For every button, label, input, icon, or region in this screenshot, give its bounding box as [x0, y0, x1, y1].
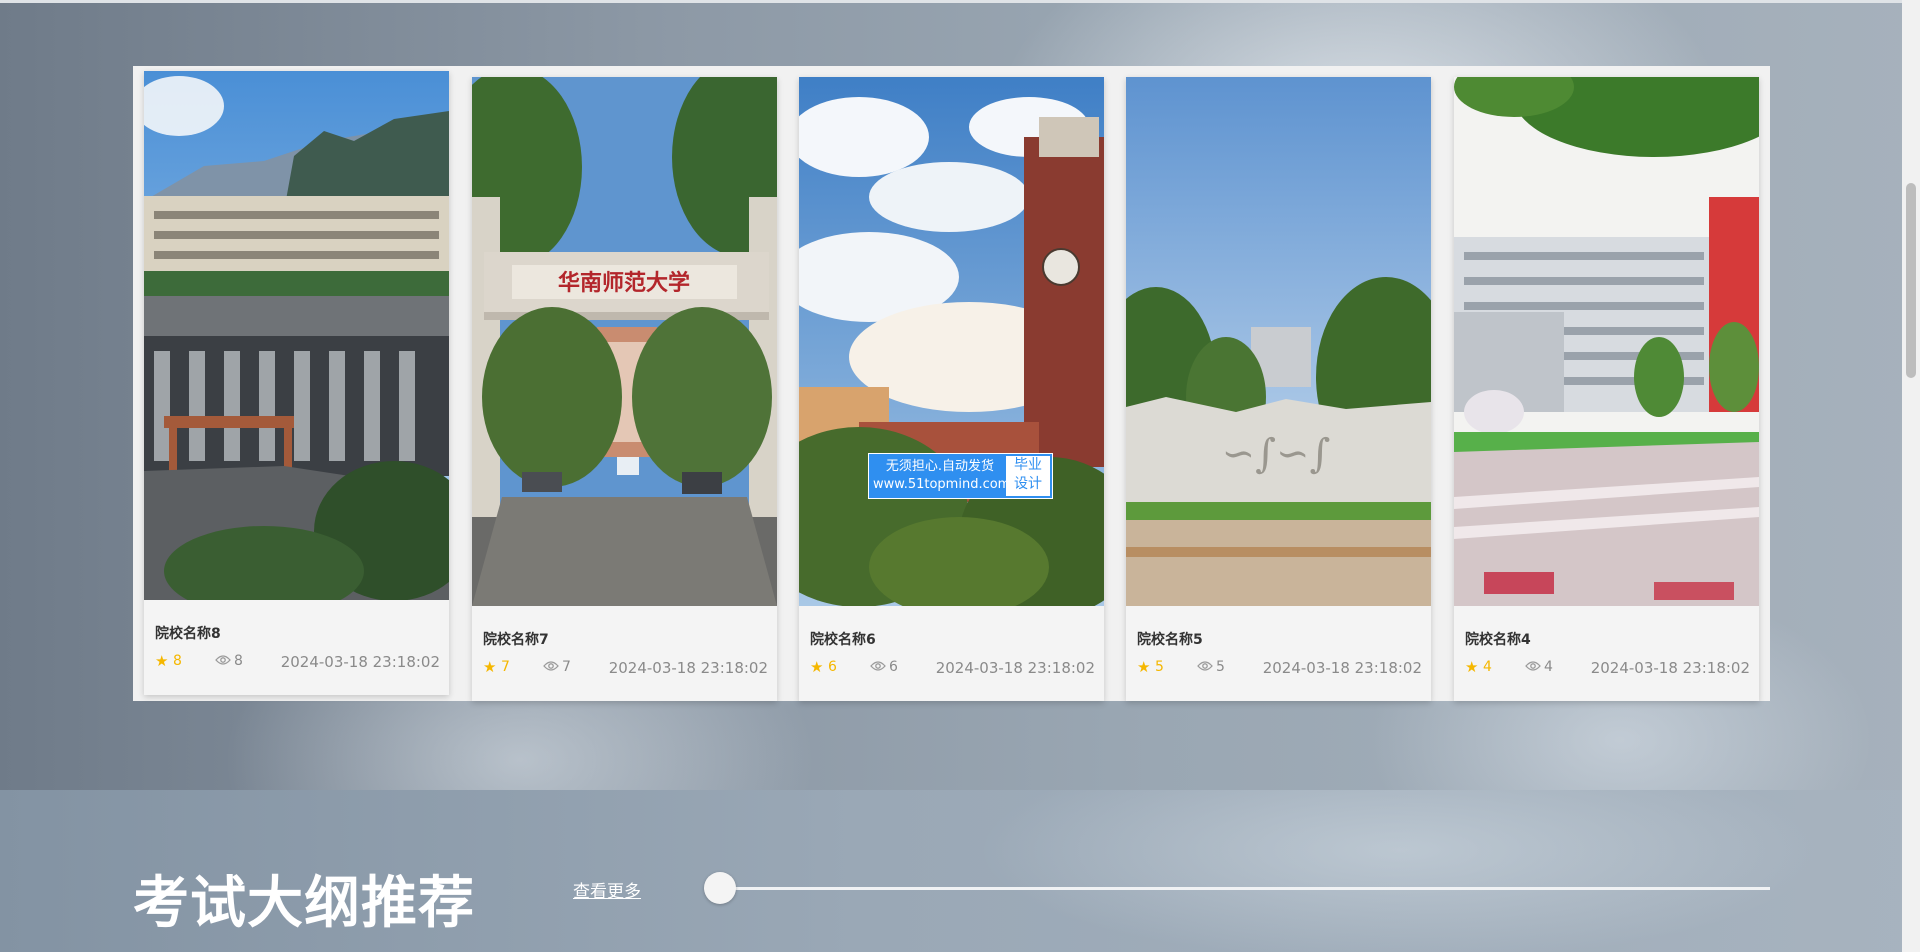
star-icon: ★	[483, 658, 497, 676]
eye-icon	[215, 654, 231, 670]
view-count: 8	[234, 653, 243, 669]
eye-icon	[543, 660, 559, 676]
college-photo[interactable]: 华南师范大学	[472, 77, 777, 606]
star-count: 7	[501, 659, 510, 675]
scrollbar[interactable]	[1902, 0, 1920, 952]
photo-sign-text: 华南师范大学	[558, 270, 690, 296]
college-meta: ★ 6 6 2024-03-18 23:18:02	[810, 658, 1095, 678]
watermark-tag: 毕业 设计	[1006, 456, 1050, 496]
top-border	[0, 0, 1920, 3]
slider-handle[interactable]	[704, 872, 736, 904]
college-name[interactable]: 院校名称5	[1137, 629, 1203, 649]
college-name[interactable]: 院校名称6	[810, 629, 876, 649]
college-name[interactable]: 院校名称8	[155, 623, 221, 643]
slider-track[interactable]	[720, 887, 1770, 890]
scrollbar-thumb[interactable]	[1906, 183, 1916, 378]
watermark-badge: 无须担心.自动发货 www.51topmind.com 毕业 设计	[868, 453, 1053, 499]
star-icon: ★	[1465, 658, 1479, 676]
college-carousel-panel: 院校名称8 ★ 8 8 2024-03-18 23:18:02 华南师范大学 院…	[133, 66, 1770, 701]
college-meta: ★ 4 4 2024-03-18 23:18:02	[1465, 658, 1750, 678]
watermark-tag-line2: 设计	[1014, 476, 1042, 492]
star-icon: ★	[1137, 658, 1151, 676]
college-photo[interactable]	[1454, 77, 1759, 606]
view-count: 4	[1544, 659, 1553, 675]
college-card[interactable]: 院校名称4 ★ 4 4 2024-03-18 23:18:02	[1454, 77, 1759, 701]
college-meta: ★ 5 5 2024-03-18 23:18:02	[1137, 658, 1422, 678]
watermark-line2: www.51topmind.com	[873, 477, 1011, 492]
star-count: 5	[1155, 659, 1164, 675]
publish-date: 2024-03-18 23:18:02	[280, 653, 440, 671]
publish-date: 2024-03-18 23:18:02	[935, 659, 1095, 677]
college-photo[interactable]	[799, 77, 1104, 606]
eye-icon	[1525, 660, 1541, 676]
watermark-tag-line1: 毕业	[1014, 457, 1042, 473]
college-meta: ★ 7 7 2024-03-18 23:18:02	[483, 658, 768, 678]
star-count: 4	[1483, 659, 1492, 675]
eye-icon	[870, 660, 886, 676]
view-count: 6	[889, 659, 898, 675]
college-card[interactable]: ∽∫∽∫ 院校名称5 ★ 5 5 2024-03-18 23:18:02	[1126, 77, 1431, 701]
svg-text:∽∫∽∫: ∽∫∽∫	[1222, 431, 1331, 477]
star-icon: ★	[810, 658, 824, 676]
star-count: 6	[828, 659, 837, 675]
star-icon: ★	[155, 652, 169, 670]
view-count: 5	[1216, 659, 1225, 675]
view-count: 7	[562, 659, 571, 675]
publish-date: 2024-03-18 23:18:02	[1590, 659, 1750, 677]
college-photo[interactable]	[144, 71, 449, 600]
college-name[interactable]: 院校名称7	[483, 629, 549, 649]
college-photo[interactable]: ∽∫∽∫	[1126, 77, 1431, 606]
watermark-text: 无须担心.自动发货 www.51topmind.com	[873, 458, 1011, 494]
eye-icon	[1197, 660, 1213, 676]
watermark-line1: 无须担心.自动发货	[885, 459, 995, 474]
college-card[interactable]: 院校名称8 ★ 8 8 2024-03-18 23:18:02	[144, 71, 449, 695]
college-meta: ★ 8 8 2024-03-18 23:18:02	[155, 652, 440, 672]
college-name[interactable]: 院校名称4	[1465, 629, 1531, 649]
star-count: 8	[173, 653, 182, 669]
view-more-link[interactable]: 查看更多	[573, 877, 641, 902]
college-card[interactable]: 华南师范大学 院校名称7 ★ 7 7 2024-03-18 23:18:02	[472, 77, 777, 701]
publish-date: 2024-03-18 23:18:02	[1262, 659, 1422, 677]
section-title: 考试大纲推荐	[133, 871, 475, 936]
publish-date: 2024-03-18 23:18:02	[608, 659, 768, 677]
college-card[interactable]: 院校名称6 ★ 6 6 2024-03-18 23:18:02	[799, 77, 1104, 701]
